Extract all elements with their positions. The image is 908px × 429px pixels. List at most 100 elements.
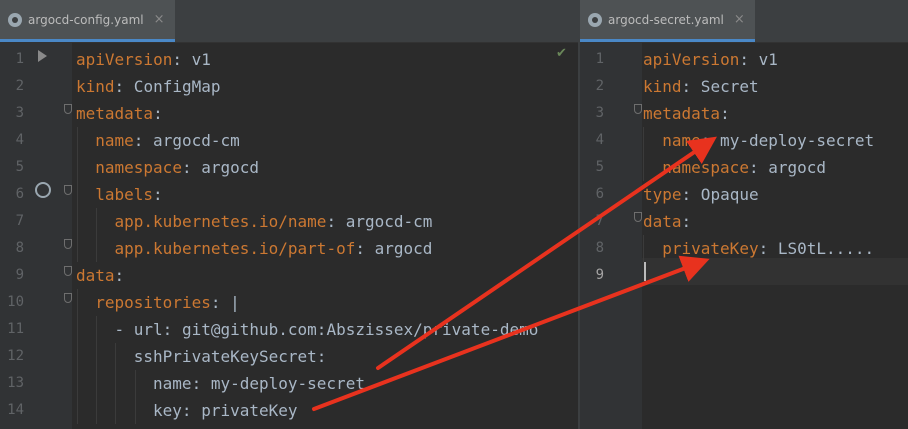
yaml-value: argocd — [758, 158, 827, 177]
line-number[interactable]: 9 — [580, 262, 604, 289]
yaml-value: ConfigMap — [124, 77, 221, 96]
yaml-value: - url: git@github.com:Abszissex/private-… — [114, 320, 539, 339]
line-number[interactable]: 3 — [580, 100, 604, 127]
line-number[interactable]: 2 — [0, 73, 24, 100]
yaml-key: namespace — [95, 158, 182, 177]
fold-marker[interactable] — [64, 185, 72, 195]
yaml-key: apiVersion — [643, 50, 740, 69]
yaml-value: argocd-cm — [336, 212, 433, 231]
indent-guide — [115, 343, 116, 424]
code-line: data: — [643, 212, 692, 231]
yaml-key: name — [662, 131, 701, 150]
indent-guide — [643, 127, 644, 181]
editor-pane-left: argocd-config.yaml × 1 2 3 4 5 6 7 8 9 10 11 12 13 14… — [0, 0, 578, 429]
line-number[interactable]: 13 — [0, 370, 24, 397]
close-icon[interactable]: × — [154, 12, 165, 27]
tab-label: argocd-secret.yaml — [608, 12, 724, 27]
tab-bar-right: argocd-secret.yaml × — [580, 0, 908, 43]
tab-label: argocd-config.yaml — [28, 12, 144, 27]
yaml-key: data — [643, 212, 682, 231]
code-line: type: Opaque — [643, 185, 759, 204]
line-number[interactable]: 9 — [0, 262, 24, 289]
indent-guide — [96, 208, 97, 262]
yaml-value: key: privateKey — [153, 401, 298, 420]
yaml-value: LS0tL..... — [768, 239, 875, 258]
yaml-key: name — [95, 131, 134, 150]
line-number-gutter: 1 2 3 4 5 6 7 8 9 10 11 12 13 14 — [0, 42, 72, 429]
line-number[interactable]: 11 — [0, 316, 24, 343]
line-number[interactable]: 4 — [580, 127, 604, 154]
code-line: app.kubernetes.io/name: argocd-cm — [114, 212, 433, 231]
fold-marker[interactable] — [64, 104, 72, 114]
code-line: kind: ConfigMap — [76, 77, 221, 96]
yaml-value: argocd — [191, 158, 260, 177]
indent-guide — [643, 235, 644, 262]
indent-guide — [135, 370, 136, 424]
yaml-value: name: my-deploy-secret — [153, 374, 365, 393]
tab-argocd-config[interactable]: argocd-config.yaml × — [0, 0, 175, 42]
indent-guide — [77, 127, 78, 262]
line-number[interactable]: 1 — [580, 46, 604, 73]
code-line: name: my-deploy-secret — [153, 370, 365, 397]
line-number[interactable]: 12 — [0, 343, 24, 370]
indent-guide — [96, 316, 97, 424]
yaml-key: data — [76, 266, 115, 285]
current-line-highlight — [642, 258, 908, 285]
line-number[interactable]: 3 — [0, 100, 24, 127]
code-line: labels: — [95, 185, 163, 204]
tab-argocd-secret[interactable]: argocd-secret.yaml × — [580, 0, 755, 42]
yaml-key: app.kubernetes.io/name — [114, 212, 327, 231]
yaml-key: type — [643, 185, 682, 204]
code-line: name: my-deploy-secret — [662, 131, 875, 150]
yaml-value: sshPrivateKeySecret: — [133, 347, 327, 366]
yaml-key: labels — [95, 185, 154, 204]
yaml-file-icon — [8, 12, 22, 27]
code-line: sshPrivateKeySecret: — [134, 343, 327, 370]
yaml-key: repositories — [95, 293, 211, 312]
code-line: name: argocd-cm — [95, 131, 240, 150]
text-caret — [644, 262, 646, 281]
close-icon[interactable]: × — [734, 12, 745, 27]
line-number[interactable]: 5 — [0, 154, 24, 181]
yaml-key: metadata — [76, 104, 154, 123]
line-number[interactable]: 5 — [580, 154, 604, 181]
code-line: - url: git@github.com:Abszissex/private-… — [115, 316, 539, 343]
fold-marker[interactable] — [634, 212, 642, 222]
line-number[interactable]: 6 — [0, 181, 24, 208]
line-number[interactable]: 7 — [580, 208, 604, 235]
line-number[interactable]: 8 — [580, 235, 604, 262]
code-line: apiVersion: v1 — [76, 50, 211, 69]
yaml-key: metadata — [643, 104, 721, 123]
yaml-value: | — [220, 293, 240, 312]
line-number[interactable]: 7 — [0, 208, 24, 235]
line-number[interactable]: 8 — [0, 235, 24, 262]
yaml-key: kind — [643, 77, 682, 96]
yaml-file-icon — [588, 12, 602, 27]
yaml-key: kind — [76, 77, 115, 96]
run-icon[interactable] — [38, 50, 47, 62]
kubernetes-icon[interactable] — [35, 182, 51, 198]
fold-marker[interactable] — [634, 104, 642, 114]
fold-marker[interactable] — [64, 266, 72, 276]
line-number[interactable]: 6 — [580, 181, 604, 208]
line-number[interactable]: 10 — [0, 289, 24, 316]
code-line: app.kubernetes.io/part-of: argocd — [114, 239, 433, 258]
code-line: apiVersion: v1 — [643, 50, 778, 69]
code-line: key: privateKey — [153, 397, 298, 424]
yaml-key: app.kubernetes.io/part-of — [114, 239, 356, 258]
fold-marker[interactable] — [64, 239, 72, 249]
code-line: namespace: argocd — [95, 158, 260, 177]
yaml-value: Opaque — [691, 185, 759, 204]
fold-marker[interactable] — [64, 293, 72, 303]
yaml-key: apiVersion — [76, 50, 173, 69]
code-line: kind: Secret — [643, 77, 759, 96]
yaml-value: Secret — [691, 77, 759, 96]
line-number[interactable]: 2 — [580, 73, 604, 100]
yaml-value: my-deploy-secret — [710, 131, 875, 150]
yaml-value: v1 — [748, 50, 778, 69]
yaml-key: privateKey — [662, 239, 759, 258]
line-number[interactable]: 1 — [0, 46, 24, 73]
yaml-value: argocd-cm — [143, 131, 240, 150]
line-number[interactable]: 4 — [0, 127, 24, 154]
line-number[interactable]: 14 — [0, 397, 24, 424]
